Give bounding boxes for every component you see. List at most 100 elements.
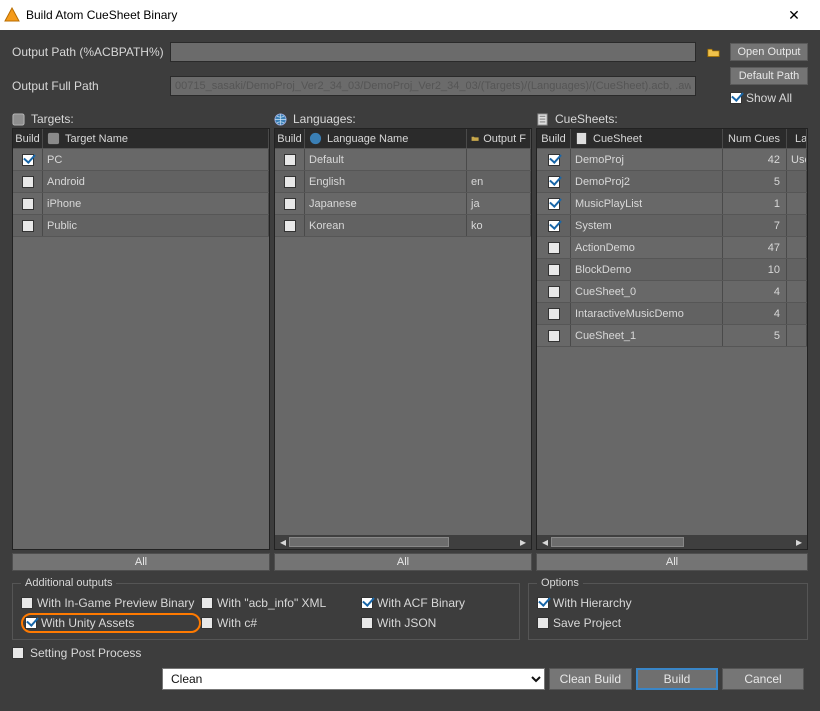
scroll-left-icon[interactable]: ◂ — [277, 537, 289, 547]
cuesheets-all-button[interactable]: All — [536, 553, 808, 571]
with-acf-binary[interactable]: With ACF Binary — [361, 593, 511, 613]
table-row[interactable]: IntaractiveMusicDemo4 — [537, 303, 807, 325]
row-checkbox[interactable] — [284, 176, 296, 188]
preview-binary-checkbox[interactable] — [21, 597, 33, 609]
cuesheets-col-la[interactable]: La — [787, 129, 807, 148]
table-row[interactable]: iPhone — [13, 193, 269, 215]
save-project-checkbox[interactable] — [537, 617, 549, 629]
scroll-left-icon[interactable]: ◂ — [539, 537, 551, 547]
setting-post-process[interactable]: Setting Post Process — [12, 646, 808, 660]
row-checkbox[interactable] — [548, 154, 560, 166]
browse-output-path[interactable] — [702, 42, 724, 62]
save-project[interactable]: Save Project — [537, 613, 799, 633]
table-row[interactable]: PC — [13, 149, 269, 171]
cuesheets-panel: CueSheets: Build CueSheet Num Cues La — [536, 110, 808, 571]
csharp-checkbox[interactable] — [201, 617, 213, 629]
table-row[interactable]: CueSheet_04 — [537, 281, 807, 303]
cuesheets-col-name[interactable]: CueSheet — [571, 129, 723, 148]
row-numcues: 47 — [723, 237, 787, 258]
row-checkbox[interactable] — [548, 286, 560, 298]
targets-col-name[interactable]: Target Name — [43, 129, 269, 148]
row-checkbox[interactable] — [22, 154, 34, 166]
close-button[interactable]: ✕ — [772, 7, 816, 24]
show-all-checkbox[interactable] — [730, 92, 742, 104]
targets-grid[interactable]: Build Target Name PCAndroidiPhonePublic — [12, 128, 270, 550]
table-row[interactable]: MusicPlayList1 — [537, 193, 807, 215]
with-csharp[interactable]: With c# — [201, 613, 361, 633]
row-checkbox[interactable] — [284, 198, 296, 210]
languages-col-name[interactable]: Language Name — [305, 129, 467, 148]
show-all-row[interactable]: Show All — [730, 91, 808, 105]
additional-outputs-legend: Additional outputs — [21, 577, 116, 589]
languages-all-button[interactable]: All — [274, 553, 532, 571]
globe-icon — [309, 132, 322, 145]
row-checkbox[interactable] — [22, 198, 34, 210]
targets-all-button[interactable]: All — [12, 553, 270, 571]
languages-col-output[interactable]: Output F — [467, 129, 531, 148]
cuesheets-col-build[interactable]: Build — [537, 129, 571, 148]
scroll-right-icon[interactable]: ▸ — [793, 537, 805, 547]
languages-grid[interactable]: Build Language Name Output F DefaultEngl… — [274, 128, 532, 550]
open-output-button[interactable]: Open Output — [730, 43, 808, 61]
row-checkbox[interactable] — [548, 220, 560, 232]
table-row[interactable]: ActionDemo47 — [537, 237, 807, 259]
output-path-input[interactable] — [170, 42, 696, 62]
row-checkbox[interactable] — [548, 330, 560, 342]
cuesheets-body: DemoProj42UseDemoProj25MusicPlayList1Sys… — [537, 149, 807, 535]
table-row[interactable]: BlockDemo10 — [537, 259, 807, 281]
acb-info-checkbox[interactable] — [201, 597, 213, 609]
table-row[interactable]: Android — [13, 171, 269, 193]
row-la — [787, 193, 807, 214]
with-json[interactable]: With JSON — [361, 613, 511, 633]
table-row[interactable]: DemoProj42Use — [537, 149, 807, 171]
row-output: ja — [467, 193, 531, 214]
hierarchy-checkbox[interactable] — [537, 597, 549, 609]
row-numcues: 5 — [723, 171, 787, 192]
clean-build-button[interactable]: Clean Build — [549, 668, 632, 690]
row-checkbox[interactable] — [548, 264, 560, 276]
row-checkbox[interactable] — [548, 176, 560, 188]
row-checkbox[interactable] — [22, 176, 34, 188]
row-checkbox[interactable] — [548, 308, 560, 320]
unity-assets-checkbox[interactable] — [25, 617, 37, 629]
json-checkbox[interactable] — [361, 617, 373, 629]
row-name: Default — [305, 149, 467, 170]
default-path-button[interactable]: Default Path — [730, 67, 808, 85]
row-name: Public — [43, 215, 269, 236]
languages-body: DefaultEnglishenJapanesejaKoreanko — [275, 149, 531, 535]
row-checkbox[interactable] — [284, 220, 296, 232]
post-process-select[interactable]: Clean — [162, 668, 545, 690]
post-process-checkbox[interactable] — [12, 647, 24, 659]
targets-col-build[interactable]: Build — [13, 129, 43, 148]
table-row[interactable]: Default — [275, 149, 531, 171]
cuesheets-col-numcues[interactable]: Num Cues — [723, 129, 787, 148]
table-row[interactable]: Public — [13, 215, 269, 237]
row-la — [787, 325, 807, 346]
acf-binary-checkbox[interactable] — [361, 597, 373, 609]
cuesheets-grid[interactable]: Build CueSheet Num Cues La DemoProj42Use… — [536, 128, 808, 550]
row-checkbox[interactable] — [284, 154, 296, 166]
row-checkbox[interactable] — [548, 198, 560, 210]
scroll-right-icon[interactable]: ▸ — [517, 537, 529, 547]
with-hierarchy[interactable]: With Hierarchy — [537, 593, 799, 613]
table-row[interactable]: CueSheet_15 — [537, 325, 807, 347]
row-checkbox[interactable] — [548, 242, 560, 254]
with-unity-assets[interactable]: With Unity Assets — [25, 616, 134, 630]
languages-col-build[interactable]: Build — [275, 129, 305, 148]
with-acb-info[interactable]: With "acb_info" XML — [201, 593, 361, 613]
table-row[interactable]: Japaneseja — [275, 193, 531, 215]
targets-title: Targets: — [31, 112, 74, 126]
folder-icon — [471, 132, 479, 145]
with-preview-binary[interactable]: With In-Game Preview Binary — [21, 593, 201, 613]
row-checkbox[interactable] — [22, 220, 34, 232]
languages-scrollbar[interactable]: ◂ ▸ — [275, 535, 531, 549]
table-row[interactable]: Koreanko — [275, 215, 531, 237]
table-row[interactable]: System7 — [537, 215, 807, 237]
cuesheets-scrollbar[interactable]: ◂ ▸ — [537, 535, 807, 549]
build-button[interactable]: Build — [636, 668, 718, 690]
cancel-button[interactable]: Cancel — [722, 668, 804, 690]
row-numcues: 4 — [723, 303, 787, 324]
table-row[interactable]: DemoProj25 — [537, 171, 807, 193]
window-title: Build Atom CueSheet Binary — [26, 8, 772, 22]
table-row[interactable]: Englishen — [275, 171, 531, 193]
